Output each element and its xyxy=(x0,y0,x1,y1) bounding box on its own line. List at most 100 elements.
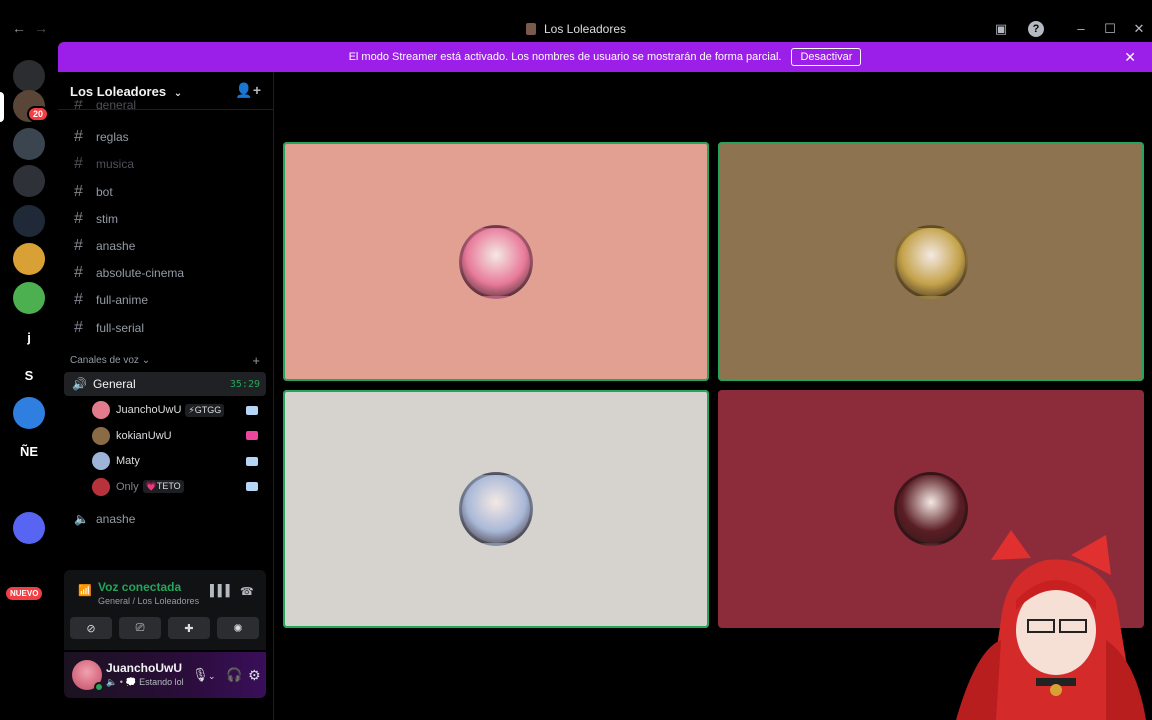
online-status-icon xyxy=(94,682,104,692)
hashtag-icon: # xyxy=(74,128,83,146)
channel-full-serial[interactable]: # full-serial xyxy=(66,316,266,340)
streamer-mode-banner: El modo Streamer está activado. Los nomb… xyxy=(58,42,1152,72)
title-bar: ← → Los Loleadores ▣ ? – ☐ ✕ xyxy=(0,0,1152,40)
voice-user-name: JuanchoUwU xyxy=(116,404,182,416)
chat-bubble-icon xyxy=(246,456,258,466)
inbox-icon[interactable]: ▣ xyxy=(993,21,1009,37)
voice-channel-name: General xyxy=(92,377,136,391)
active-server-pill xyxy=(0,92,4,122)
help-icon[interactable]: ? xyxy=(1028,21,1044,37)
streamer-message: El modo Streamer está activado. Los nomb… xyxy=(348,51,782,63)
maximize-icon[interactable]: ☐ xyxy=(1102,21,1118,37)
soundboard-button[interactable]: ✺ xyxy=(217,617,259,639)
server-icon[interactable] xyxy=(13,205,45,237)
voice-user-name: kokianUwU xyxy=(116,429,172,442)
server-icon[interactable] xyxy=(13,128,45,160)
channel-name: anashe xyxy=(96,239,136,253)
voice-user[interactable]: JuanchoUwU ⚡GTGG xyxy=(92,398,264,422)
server-icon[interactable] xyxy=(13,243,45,275)
window-title: Los Loleadores xyxy=(0,22,1152,36)
channel-name: musica xyxy=(96,157,135,172)
speaker-muted-icon: 🔈 xyxy=(74,512,89,526)
user-name: JuanchoUwU xyxy=(106,661,183,675)
settings-gear-icon[interactable]: ⚙ xyxy=(248,667,261,684)
channel-stim[interactable]: # stim xyxy=(66,207,266,231)
signal-icon[interactable]: 📶 xyxy=(78,584,96,602)
camera-off-icon: ⊘ xyxy=(86,622,96,635)
video-tile[interactable] xyxy=(283,390,709,628)
server-icon[interactable]: ÑE xyxy=(13,435,45,467)
channel-full-anime[interactable]: # full-anime xyxy=(66,288,266,312)
voice-category-label: Canales de voz xyxy=(70,355,139,366)
channel-bot[interactable]: # bot xyxy=(66,180,266,204)
voice-timer: 35:29 xyxy=(229,378,260,390)
channel-anashe[interactable]: # anashe xyxy=(66,234,266,258)
activities-button[interactable]: ✚ xyxy=(168,617,210,639)
hashtag-icon: # xyxy=(74,100,83,110)
disconnect-icon[interactable]: ☎ xyxy=(240,585,254,598)
voice-connected-subtitle[interactable]: General / Los Loleadores xyxy=(98,596,199,606)
server-rail: j S ÑE 20 NUEVO xyxy=(0,40,58,720)
video-tile[interactable] xyxy=(718,142,1144,381)
avatar xyxy=(92,426,110,445)
channel-musica[interactable]: # musica xyxy=(66,152,266,176)
voice-user[interactable]: kokianUwU xyxy=(92,424,264,448)
channel-name: full-anime xyxy=(96,293,149,308)
server-icon[interactable]: j xyxy=(13,321,45,353)
server-icon xyxy=(525,23,536,35)
chevron-down-icon: ⌄ xyxy=(173,88,183,99)
server-icon[interactable] xyxy=(13,474,45,506)
hashtag-icon: # xyxy=(74,209,83,227)
server-icon[interactable] xyxy=(13,512,45,544)
speaker-icon: 🔊 xyxy=(72,377,87,391)
server-icon[interactable]: S xyxy=(13,359,45,391)
server-icon[interactable] xyxy=(13,397,45,429)
user-panel: JuanchoUwU 🔈 • 💭 Estando lol 🎙 ⌄ 🎧 ⚙ xyxy=(64,652,266,698)
hashtag-icon: # xyxy=(74,237,83,254)
mentions-badge: 20 xyxy=(27,106,50,122)
user-status-text: Estando lol xyxy=(139,677,184,687)
invite-people-icon[interactable]: 👤+ xyxy=(235,82,261,99)
channel-absolute-cinema[interactable]: # absolute-cinema xyxy=(66,261,266,285)
chevron-down-icon[interactable]: ⌄ xyxy=(208,671,216,682)
voice-channel-anashe[interactable]: 🔈 anashe xyxy=(66,507,266,531)
channel-reglas[interactable]: # reglas xyxy=(66,125,266,149)
avatar xyxy=(92,477,110,496)
close-banner-icon[interactable]: ✕ xyxy=(1124,49,1136,66)
noise-suppression-icon[interactable]: ▌▌▌ xyxy=(210,585,233,597)
voice-channel-general[interactable]: 🔊 General 35:29 xyxy=(64,372,266,396)
microphone-icon[interactable]: 🎙 xyxy=(192,667,209,683)
channel-name: absolute-cinema xyxy=(96,266,185,281)
voice-category[interactable]: Canales de voz ⌄ + xyxy=(70,353,260,368)
voice-connected-panel: 📶 Voz conectada General / Los Loleadores… xyxy=(64,570,266,650)
headphones-icon[interactable]: 🎧 xyxy=(226,667,242,683)
camera-button[interactable]: ⊘ xyxy=(70,617,112,639)
voice-user[interactable]: Maty xyxy=(92,449,264,473)
window-title-text: Los Loleadores xyxy=(543,22,627,36)
voice-channel-name: anashe xyxy=(96,512,136,526)
hashtag-icon: # xyxy=(74,155,83,173)
screen-share-button[interactable]: ⎚ xyxy=(119,617,161,639)
channel-name: general xyxy=(96,100,137,110)
server-icon[interactable] xyxy=(13,165,45,197)
channel-name: stim xyxy=(96,211,118,226)
minimize-icon[interactable]: – xyxy=(1073,21,1089,37)
voice-connected-title: Voz conectada xyxy=(98,580,182,594)
avatar xyxy=(894,224,968,299)
avatar xyxy=(459,472,533,546)
avatar xyxy=(92,401,110,419)
voice-user[interactable]: Only 💗TETO xyxy=(92,475,264,499)
avatar xyxy=(92,452,110,471)
chat-bubble-icon xyxy=(246,405,258,415)
avatar xyxy=(459,224,533,299)
add-channel-icon[interactable]: + xyxy=(252,353,260,368)
new-badge: NUEVO xyxy=(6,587,43,600)
video-tile[interactable] xyxy=(283,142,709,381)
channel-general[interactable]: # general xyxy=(66,100,266,110)
home-discord-icon[interactable] xyxy=(13,60,45,92)
disable-streamer-button[interactable]: Desactivar xyxy=(791,48,862,66)
user-tag: ⚡GTGG xyxy=(185,403,225,417)
close-window-icon[interactable]: ✕ xyxy=(1131,21,1147,37)
guild-name: Los Loleadores xyxy=(70,84,167,99)
server-icon[interactable] xyxy=(13,282,45,314)
